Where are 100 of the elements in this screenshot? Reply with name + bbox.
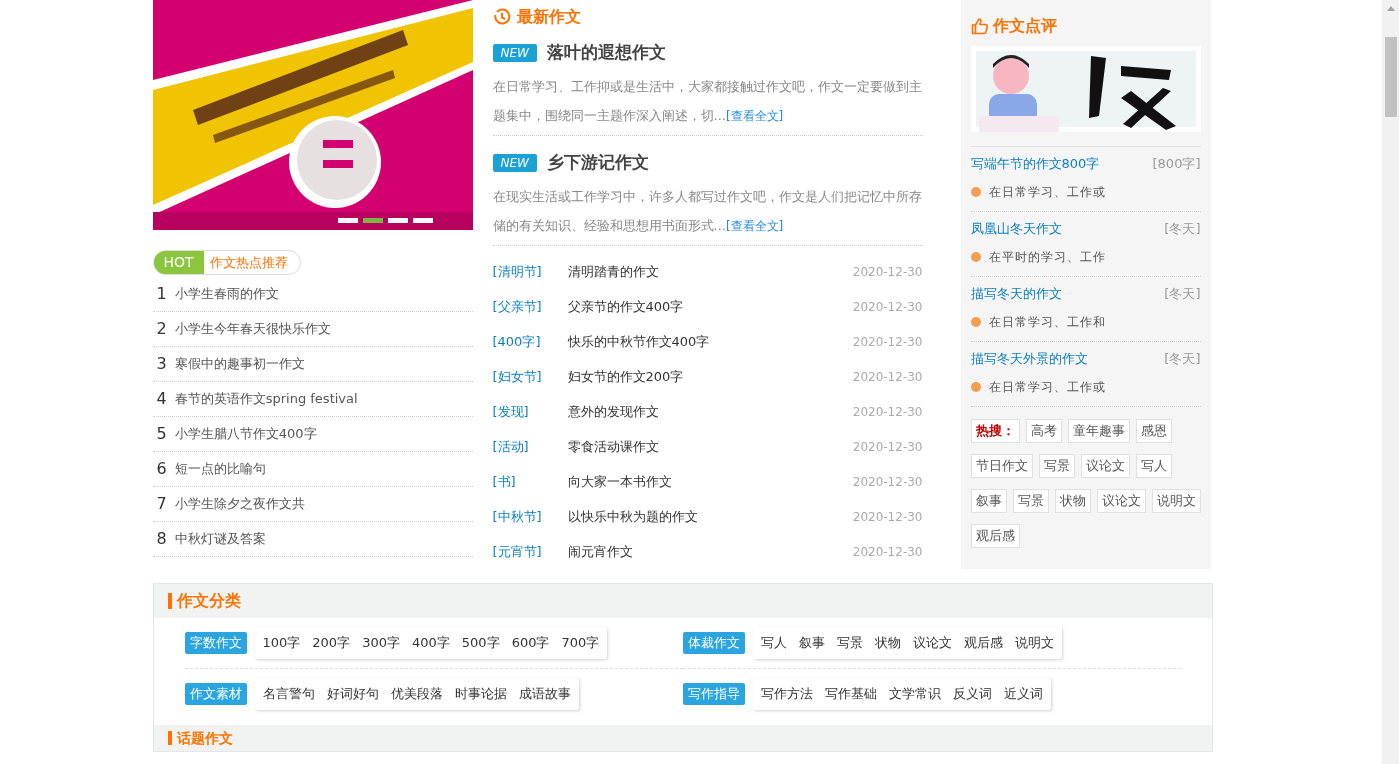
article-summary: 在现实生活或工作学习中，许多人都写过作文吧，作文是人们把记忆中所存储的有关知识、经验和思想用书面形式...[查看全文]: [492, 188, 923, 235]
article-link[interactable]: 意外的发现作文: [567, 401, 853, 422]
category-link[interactable]: 写作方法: [760, 684, 813, 704]
hot-list-item[interactable]: 6 短一点的比喻句: [152, 452, 473, 487]
category-link[interactable]: 500字: [461, 633, 500, 653]
hot-list-item[interactable]: 8 中秋灯谜及答案: [152, 522, 473, 557]
category-link[interactable]: 状物: [874, 633, 901, 653]
article-link[interactable]: 向大家一本书作文: [567, 471, 853, 492]
category-tag[interactable]: [清明节]: [492, 261, 568, 282]
category-link[interactable]: 优美段落: [390, 684, 443, 704]
category-link[interactable]: 写人: [760, 633, 787, 653]
article-link[interactable]: 描写冬天的作文: [970, 284, 1062, 304]
search-tag[interactable]: 写人: [1135, 454, 1172, 478]
search-tag[interactable]: 状物: [1054, 489, 1091, 513]
category-link[interactable]: 写景: [836, 633, 863, 653]
slide-indicator[interactable]: [362, 218, 383, 223]
slide-indicator[interactable]: [337, 218, 358, 223]
category-tag[interactable]: [父亲节]: [492, 296, 568, 317]
date-text: 2020-12-30: [852, 508, 923, 526]
section-title: 话题作文: [176, 728, 233, 748]
rank-number: 8: [156, 528, 167, 550]
search-tag[interactable]: 童年趣事: [1067, 419, 1130, 443]
bullet-icon: [970, 187, 981, 197]
article-link[interactable]: 以快乐中秋为题的作文: [567, 506, 853, 527]
date-text: 2020-12-30: [852, 368, 923, 386]
heading-marker: [167, 593, 172, 609]
article-title[interactable]: 乡下游记作文: [546, 150, 649, 176]
article-link[interactable]: 写端午节的作文800字: [970, 154, 1100, 174]
article-link[interactable]: 春节的英语作文spring festival: [174, 389, 358, 409]
article-link[interactable]: 清明踏青的作文: [567, 261, 853, 282]
slide-indicator[interactable]: [412, 218, 433, 223]
search-tag[interactable]: 议论文: [1080, 454, 1130, 478]
category-link[interactable]: 说明文: [1014, 633, 1054, 653]
hot-list-item[interactable]: 2 小学生今年春天很快乐作文: [152, 312, 473, 347]
category-link[interactable]: 好词好句: [326, 684, 379, 704]
category-link[interactable]: 反义词: [952, 684, 992, 704]
category-link[interactable]: 议论文: [912, 633, 952, 653]
article-link[interactable]: 妇女节的作文200字: [567, 366, 853, 387]
category-link[interactable]: 200字: [312, 633, 351, 653]
hot-list-item[interactable]: 4 春节的英语作文spring festival: [152, 382, 473, 417]
hot-list-item[interactable]: 1 小学生春雨的作文: [152, 277, 473, 312]
category-link[interactable]: 400字: [412, 633, 450, 653]
search-tag[interactable]: 说明文: [1151, 489, 1201, 513]
category-tag[interactable]: [400字]: [492, 331, 568, 352]
category-tag[interactable]: [妇女节]: [492, 366, 568, 387]
search-tag[interactable]: 高考: [1025, 419, 1062, 443]
category-tag[interactable]: [发现]: [492, 401, 568, 422]
search-tag[interactable]: 写景: [1012, 489, 1049, 513]
category-label: 体裁作文: [682, 632, 745, 654]
category-tag[interactable]: [元宵节]: [492, 541, 568, 562]
rank-number: 5: [156, 423, 167, 445]
search-tag[interactable]: 观后感: [970, 524, 1020, 548]
article-link[interactable]: 寒假中的趣事初一作文: [174, 354, 305, 374]
read-more-link[interactable]: [查看全文]: [725, 219, 784, 233]
article-link[interactable]: 小学生腊八节作文400字: [174, 424, 317, 444]
hot-list-item[interactable]: 3 寒假中的趣事初一作文: [152, 347, 473, 382]
category-tag[interactable]: [活动]: [492, 436, 568, 457]
category-tag[interactable]: [书]: [492, 471, 568, 492]
category-link[interactable]: 时事论据: [454, 684, 507, 704]
article-link[interactable]: 父亲节的作文400字: [567, 296, 853, 317]
category-link[interactable]: 300字: [362, 633, 400, 653]
article-link[interactable]: 零食活动课作文: [567, 436, 853, 457]
search-tag[interactable]: 节日作文: [970, 454, 1033, 478]
category-link[interactable]: 成语故事: [518, 684, 571, 704]
article-link[interactable]: 快乐的中秋节作文400字: [567, 331, 853, 352]
article-link[interactable]: 闹元宵作文: [567, 541, 853, 562]
category-link[interactable]: 叙事: [798, 633, 825, 653]
section-title: 作文点评: [992, 15, 1057, 37]
search-tag[interactable]: 叙事: [970, 489, 1007, 513]
category-link[interactable]: 名言警句: [262, 684, 315, 704]
category-link[interactable]: 写作基础: [824, 684, 877, 704]
slide-indicator[interactable]: [387, 218, 408, 223]
search-tag[interactable]: 写景: [1038, 454, 1075, 478]
category-label: 写作指导: [682, 683, 745, 705]
category-label: 作文素材: [184, 683, 247, 705]
category-link[interactable]: 600字: [511, 633, 550, 653]
rank-number: 3: [156, 353, 167, 375]
search-tag[interactable]: 议论文: [1096, 489, 1146, 513]
hot-badge: HOT: [153, 251, 204, 274]
article-title[interactable]: 落叶的遐想作文: [546, 40, 666, 66]
article-link[interactable]: 凤凰山冬天作文: [970, 219, 1062, 239]
search-tag[interactable]: 感恩: [1135, 419, 1172, 443]
category-link[interactable]: 100字: [262, 633, 301, 653]
read-more-link[interactable]: [查看全文]: [725, 109, 784, 123]
article-link[interactable]: 小学生今年春天很快乐作文: [174, 319, 331, 339]
category-link[interactable]: 近义词: [1003, 684, 1043, 704]
rank-number: 4: [156, 388, 167, 410]
article-link[interactable]: 小学生除夕之夜作文共: [174, 494, 305, 514]
category-link[interactable]: 观后感: [963, 633, 1003, 653]
hot-list-item[interactable]: 5 小学生腊八节作文400字: [152, 417, 473, 452]
scroll-up-icon[interactable]: [1386, 6, 1395, 11]
article-link[interactable]: 小学生春雨的作文: [174, 284, 279, 304]
article-link[interactable]: 描写冬天外景的作文: [970, 349, 1088, 369]
scrollbar-thumb[interactable]: [1384, 37, 1397, 117]
hot-list-item[interactable]: 7 小学生除夕之夜作文共: [152, 487, 473, 522]
category-tag[interactable]: [中秋节]: [492, 506, 568, 527]
category-link[interactable]: 700字: [561, 633, 600, 653]
article-link[interactable]: 中秋灯谜及答案: [174, 529, 266, 549]
article-link[interactable]: 短一点的比喻句: [174, 459, 266, 479]
category-link[interactable]: 文学常识: [888, 684, 941, 704]
